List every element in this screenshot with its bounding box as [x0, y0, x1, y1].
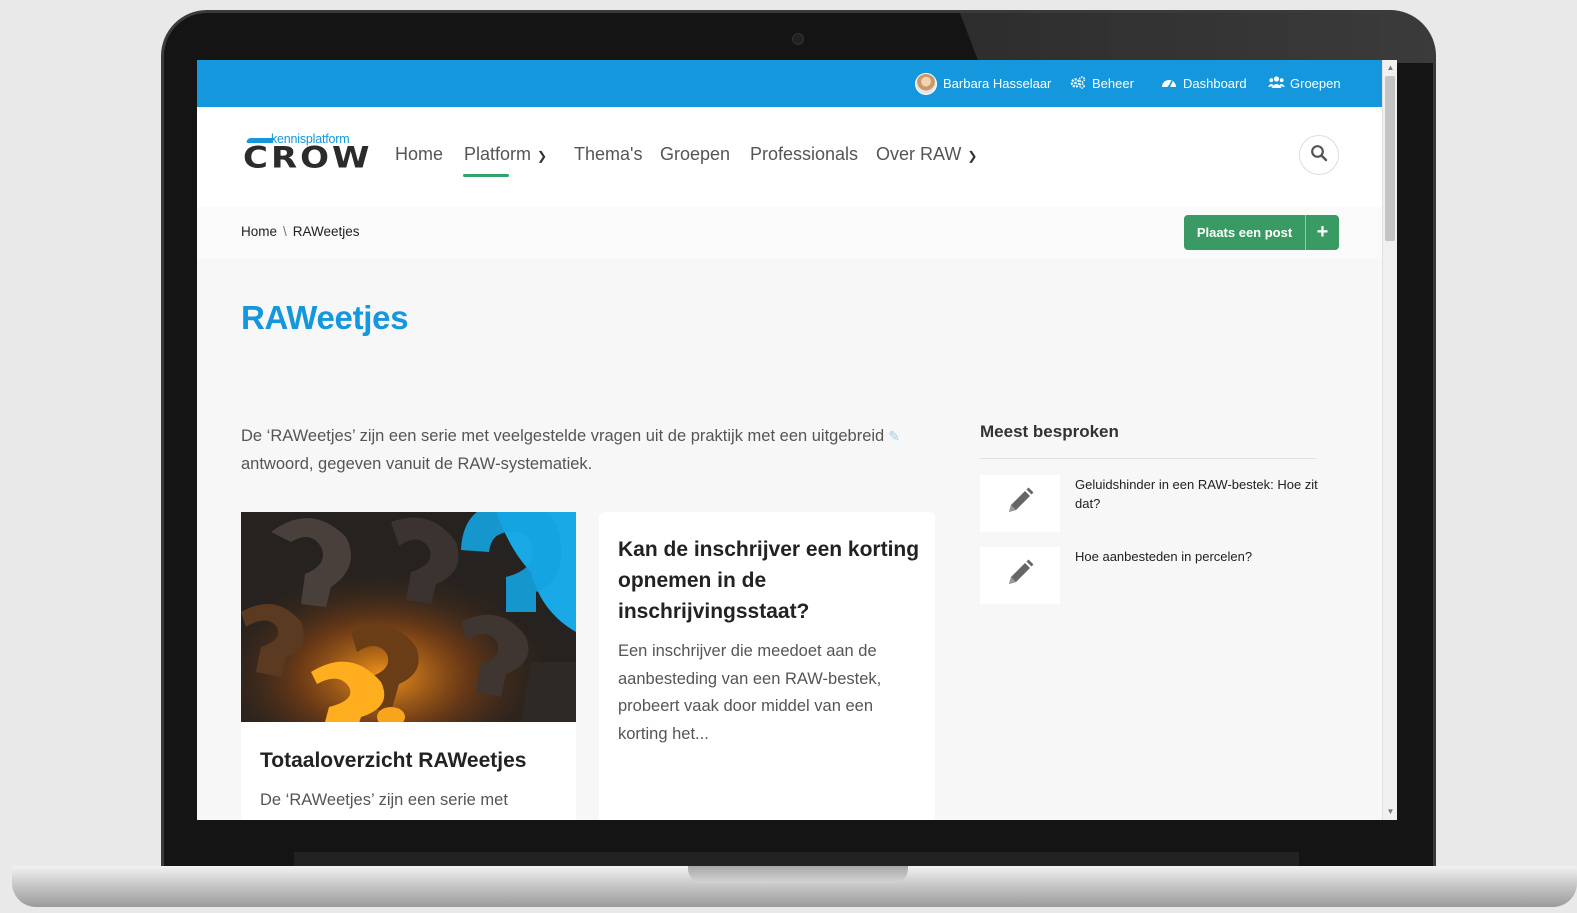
nav-platform-label: Platform — [464, 144, 532, 164]
nav-home[interactable]: Home — [395, 144, 443, 165]
question-marks-image — [241, 512, 576, 722]
dashboard-link[interactable]: Dashboard — [1161, 60, 1247, 107]
nav-themas[interactable]: Thema's — [574, 144, 642, 165]
breadcrumb-bar: Home \ RAWeetjes Plaats een post + — [197, 207, 1382, 259]
sidebar-item-geluidshinder[interactable]: Geluidshinder in een RAW-bestek: Hoe zit… — [980, 475, 1320, 533]
excerpt-line: aanbesteding van een RAW-bestek, — [618, 669, 882, 688]
cogs-icon — [1070, 75, 1086, 92]
nav-over-raw-label: Over RAW — [876, 144, 962, 164]
users-icon — [1268, 76, 1285, 91]
lid-bottom-bezel — [294, 852, 1299, 866]
article-card-totaaloverzicht[interactable]: Totaaloverzicht RAWeetjes De ‘RAWeetjes’… — [241, 512, 576, 820]
card-title[interactable]: Totaaloverzicht RAWeetjes — [260, 745, 526, 776]
plaats-een-post-button[interactable]: Plaats een post + — [1184, 215, 1339, 250]
webcam — [792, 33, 804, 45]
excerpt-line: probeert vaak door middel van een — [618, 697, 873, 715]
sidebar-item-line: dat? — [1075, 496, 1101, 511]
thumbnail — [980, 547, 1060, 604]
beheer-link[interactable]: Beheer — [1070, 60, 1134, 107]
nav-over-raw[interactable]: Over RAW ❯ — [876, 144, 977, 165]
breadcrumb-separator: \ — [283, 224, 287, 239]
intro-line-2: antwoord, gegeven vanuit de RAW-systemat… — [241, 455, 593, 473]
card-title-line: Kan de inschrijver een korting — [618, 538, 920, 561]
article-card-korting[interactable]: Kan de inschrijver een korting opnemen i… — [599, 512, 935, 820]
sidebar-item-title[interactable]: Hoe aanbesteden in percelen? — [1075, 547, 1320, 566]
groepen-label: Groepen — [1290, 76, 1341, 91]
logo-wordmark: CROW — [243, 141, 373, 175]
lid-glare — [960, 13, 1434, 63]
breadcrumb-current: RAWeetjes — [292, 224, 360, 239]
post-button-label: Plaats een post — [1196, 225, 1293, 240]
groepen-link[interactable]: Groepen — [1268, 60, 1341, 107]
scroll-thumb[interactable] — [1385, 76, 1395, 241]
main-navbar: kennisplatform CROW Home Platform ❯ Thema… — [197, 107, 1382, 207]
breadcrumb-home[interactable]: Home — [241, 224, 277, 239]
pencil-icon — [1005, 558, 1035, 593]
crow-logo[interactable]: kennisplatform CROW — [243, 129, 373, 179]
plus-icon: + — [1305, 215, 1339, 250]
scroll-up-arrow-icon[interactable]: ▲ — [1386, 63, 1395, 73]
dashboard-gauge-icon — [1161, 76, 1177, 92]
dashboard-label: Dashboard — [1183, 76, 1247, 91]
vertical-scrollbar[interactable]: ▲ ▼ — [1382, 60, 1397, 820]
card-title[interactable]: Kan de inschrijver een korting opnemen i… — [618, 534, 919, 627]
page-title: RAWeetjes — [241, 299, 409, 336]
top-utility-bar: Barbara Hasselaar Beheer Dashboard Groep… — [197, 60, 1382, 107]
nav-platform[interactable]: Platform ❯ — [464, 144, 547, 165]
active-nav-indicator — [463, 174, 509, 177]
excerpt-line: korting het... — [618, 724, 709, 743]
external-edit-icon[interactable]: ✎ — [888, 428, 900, 444]
avatar — [915, 72, 937, 95]
card-excerpt: De ‘RAWeetjes’ zijn een serie met — [260, 791, 508, 809]
sidebar-item-line: Geluidshinder in een RAW-bestek: Hoe zit — [1075, 477, 1318, 492]
scroll-down-arrow-icon[interactable]: ▼ — [1386, 807, 1395, 817]
intro-text: De ‘RAWeetjes’ zijn een serie met veelge… — [241, 422, 941, 478]
excerpt-line: Een inschrijver die meedoet aan de — [618, 642, 877, 660]
sidebar-item-line: Hoe aanbesteden in percelen? — [1075, 549, 1253, 564]
sidebar-title: Meest besproken — [980, 422, 1119, 441]
search-button[interactable] — [1299, 135, 1339, 175]
user-name: Barbara Hasselaar — [943, 76, 1052, 91]
card-excerpt: Een inschrijver die meedoet aan de aanbe… — [618, 638, 881, 748]
nav-groepen[interactable]: Groepen — [660, 144, 730, 165]
card-title-line: opnemen in de — [618, 569, 767, 592]
pencil-icon — [1005, 486, 1035, 521]
thumbnail — [980, 475, 1060, 532]
chevron-down-icon: ❯ — [967, 149, 978, 163]
sidebar-item-percelen[interactable]: Hoe aanbesteden in percelen? — [980, 547, 1320, 605]
search-icon — [1310, 144, 1328, 167]
chevron-down-icon: ❯ — [537, 149, 548, 163]
laptop-base-notch — [688, 866, 908, 883]
sidebar-divider — [980, 458, 1316, 459]
user-menu[interactable]: Barbara Hasselaar — [915, 60, 1051, 107]
sidebar-item-title[interactable]: Geluidshinder in een RAW-bestek: Hoe zit… — [1075, 475, 1320, 513]
card-title-line: inschrijvingsstaat? — [618, 600, 810, 623]
nav-professionals[interactable]: Professionals — [750, 144, 858, 165]
beheer-label: Beheer — [1092, 76, 1134, 91]
browser-screen: Barbara Hasselaar Beheer Dashboard Groep… — [197, 60, 1397, 820]
breadcrumb: Home \ RAWeetjes — [241, 224, 360, 239]
intro-line-1: De ‘RAWeetjes’ zijn een serie met veelge… — [241, 427, 885, 445]
